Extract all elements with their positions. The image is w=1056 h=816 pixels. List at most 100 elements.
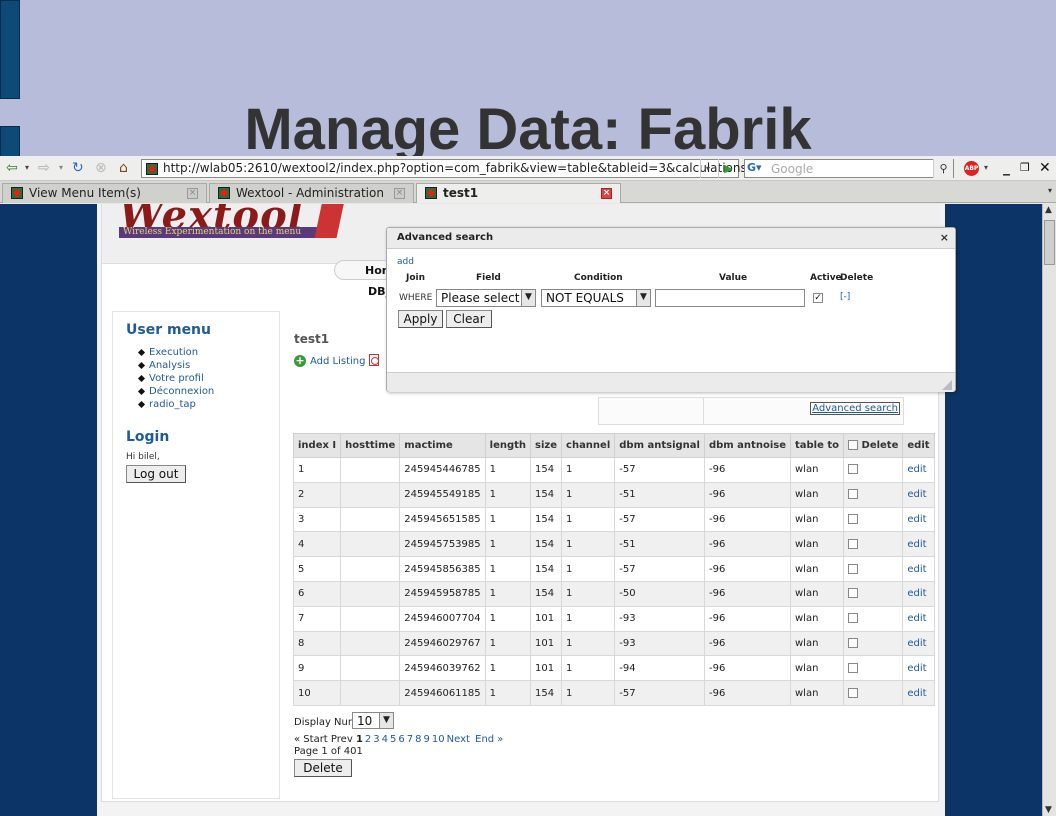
logo-tagline: Wireless Experimentation on the menu [123,227,302,237]
site-logo[interactable]: Wextool Wireless Experimentation on the … [119,204,346,240]
row-delete-checkbox[interactable] [848,687,859,698]
row-delete-checkbox[interactable] [848,538,859,549]
sidebar-item-radio-tap[interactable]: radio_tap [149,398,214,411]
advanced-search-header[interactable]: Advanced search × [387,228,955,249]
pager-page-link[interactable]: 5 [390,734,396,745]
pager-page-link[interactable]: 2 [365,734,371,745]
row-delete-checkbox[interactable] [848,563,859,574]
tab-close-icon[interactable]: × [187,188,198,199]
adblock-menu-icon[interactable]: ▾ [984,159,988,177]
top-menu-home[interactable]: Hom [334,260,394,280]
url-bar[interactable]: http://wlab05:2610/wextool2/index.php?op… [141,159,747,178]
sidebar-item-analysis[interactable]: Analysis [149,359,214,372]
forward-arrow-icon[interactable]: ⇨ [38,159,50,177]
value-input[interactable] [655,289,805,307]
cell-length: 1 [484,655,532,682]
edit-link[interactable]: edit [907,663,926,674]
row-delete-checkbox[interactable] [848,662,859,673]
column-header-channel[interactable]: channel [561,433,616,458]
edit-link[interactable]: edit [907,564,926,575]
page-scrollbar[interactable]: ▲ ▼ [1042,204,1056,816]
edit-link[interactable]: edit [907,489,926,500]
column-header-mactime[interactable]: mactime [399,433,486,458]
row-delete-checkbox[interactable] [848,464,859,475]
table-row: 2 245945549185 1 154 1 -51 -96 wlan edit [292,481,935,508]
scroll-down-icon[interactable]: ▼ [1045,805,1052,815]
edit-link[interactable]: edit [907,613,926,624]
delete-button[interactable]: Delete [294,759,352,777]
pager-page-link[interactable]: 10 [432,734,445,745]
tab-close-icon[interactable]: × [601,188,612,199]
cell-dbm-antsignal: -94 [614,655,705,682]
column-header-index[interactable]: index I [292,433,342,458]
restore-icon[interactable]: ❐ [1020,159,1030,177]
pager-end[interactable]: End » [475,734,503,745]
active-checkbox[interactable]: ✓ [813,293,823,303]
forward-menu-icon[interactable]: ▾ [59,159,63,177]
advanced-search-link[interactable]: Advanced search [810,402,900,415]
row-delete-checkbox[interactable] [848,613,859,624]
home-icon[interactable]: ⌂ [119,159,128,177]
logout-button[interactable]: Log out [126,465,186,483]
sidebar-item-profile[interactable]: Votre profil [149,372,214,385]
tab-list-icon[interactable]: ▾ [1048,186,1052,195]
edit-link[interactable]: edit [907,588,926,599]
select-all-checkbox[interactable] [848,440,859,450]
column-header-table-to[interactable]: table to [789,433,845,458]
row-delete-checkbox[interactable] [848,513,859,524]
edit-link[interactable]: edit [907,688,926,699]
resize-grip-icon[interactable] [942,380,952,390]
condition-select[interactable]: NOT EQUALS ▼ [541,289,651,307]
column-header-hosttime[interactable]: hosttime [340,433,401,458]
go-arrow-icon[interactable]: ▶ [718,159,738,178]
edit-link[interactable]: edit [907,514,926,525]
add-filter-link[interactable]: add [397,257,414,267]
edit-link[interactable]: edit [907,539,926,550]
pager-page-link[interactable]: 9 [424,734,430,745]
sidebar-item-execution[interactable]: Execution [149,346,214,359]
pager-page-link[interactable]: 7 [407,734,413,745]
column-header-length[interactable]: length [484,433,532,458]
sidebar-item-logout[interactable]: Déconnexion [149,385,214,398]
pager-page-link[interactable]: 6 [398,734,404,745]
stop-icon[interactable]: ⊗ [95,159,107,177]
tab-close-icon[interactable]: × [394,188,405,199]
back-arrow-icon[interactable]: ⇦ [6,159,18,177]
magnifier-icon[interactable]: ⚲ [933,159,953,178]
adblock-icon[interactable]: ABP [964,161,979,176]
column-header-dbm-antsignal[interactable]: dbm antsignal [614,433,705,458]
tab-wextool-administration[interactable]: Wextool - Administration × [209,183,414,203]
search-bar[interactable]: G▾ Google ⚲ [744,159,954,178]
row-delete-checkbox[interactable] [848,588,859,599]
delete-filter-link[interactable]: [-] [840,292,850,302]
back-menu-icon[interactable]: ▾ [25,159,29,177]
display-num-select[interactable]: 10 ▼ [352,712,394,729]
pager-next[interactable]: Next [447,734,470,745]
pdf-export-icon[interactable] [369,354,379,366]
pager-page-link[interactable]: 8 [415,734,421,745]
cell-table-to: wlan [789,457,845,483]
close-window-icon[interactable]: ✕ [1039,159,1051,177]
scroll-up-icon[interactable]: ▲ [1045,205,1052,215]
pager-page-link[interactable]: 4 [382,734,388,745]
reload-icon[interactable]: ↻ [72,159,84,177]
edit-link[interactable]: edit [907,638,926,649]
add-listing-link[interactable]: + Add Listing [294,355,365,367]
field-select[interactable]: Please select ▼ [436,289,536,307]
row-delete-checkbox[interactable] [848,637,859,648]
column-header-dbm-antnoise[interactable]: dbm antnoise [703,433,792,458]
minimize-icon[interactable]: _ [1003,159,1010,177]
google-search-engine-icon[interactable]: G▾ [747,161,762,174]
pager-page-link[interactable]: 3 [373,734,379,745]
apply-button[interactable]: Apply [398,310,443,328]
column-header-size[interactable]: size [530,433,563,458]
clear-button[interactable]: Clear [446,310,492,328]
tab-view-menu-items[interactable]: View Menu Item(s) × [2,183,207,203]
edit-link[interactable]: edit [907,464,926,475]
tab-test1[interactable]: test1 × [416,183,621,203]
row-delete-checkbox[interactable] [848,489,859,500]
url-dropdown-icon[interactable]: ▾ [700,159,715,178]
scroll-thumb[interactable] [1044,220,1055,265]
close-icon[interactable]: × [940,231,949,244]
page-title: test1 [294,332,330,346]
